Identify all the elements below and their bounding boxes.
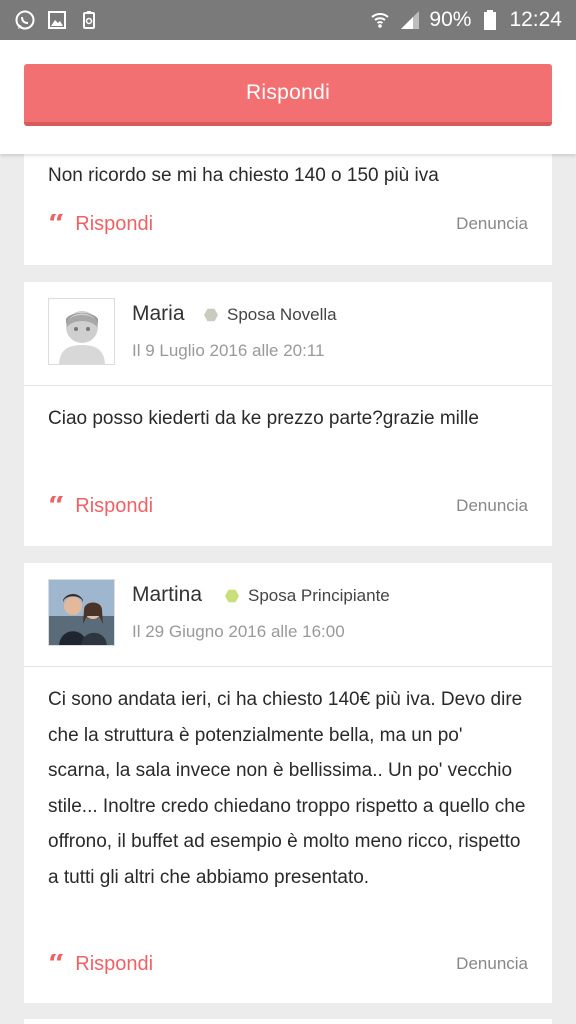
post-header: Martina Sposa Principiante Il 29 Giugno … — [24, 563, 552, 667]
post-text: Ciao posso kiederti da ke prezzo parte?g… — [48, 408, 479, 429]
clock: 12:24 — [509, 8, 562, 31]
reply-link-label: Rispondi — [75, 494, 154, 517]
post-card: Non ricordo se mi ha chiesto 140 o 150 p… — [24, 140, 552, 265]
quote-icon: “ — [48, 496, 66, 516]
whatsapp-icon — [14, 9, 36, 31]
reply-link-label: Rispondi — [75, 952, 154, 975]
reply-link[interactable]: “ Rispondi — [48, 495, 153, 518]
wifi-icon — [369, 9, 391, 31]
post-actions: “ Rispondi Denuncia — [48, 209, 528, 239]
avatar[interactable] — [48, 298, 115, 365]
quote-icon: “ — [48, 954, 66, 974]
status-icons-left — [14, 9, 100, 31]
rank-badge-icon — [225, 589, 239, 603]
post-card — [24, 1019, 552, 1024]
status-icons-right: 90% 12:24 — [369, 8, 562, 32]
rank-badge-icon — [204, 308, 218, 322]
reply-toolbar: Rispondi — [0, 40, 576, 154]
rank-label: Sposa Novella — [227, 305, 337, 324]
reply-link[interactable]: “ Rispondi — [48, 213, 153, 236]
post-text: Non ricordo se mi ha chiesto 140 o 150 p… — [48, 165, 439, 186]
post-actions: “ Rispondi Denuncia — [48, 949, 528, 979]
author-rank: Sposa Novella — [204, 305, 337, 325]
recycle-icon — [78, 9, 100, 31]
post-actions: “ Rispondi Denuncia — [48, 491, 528, 521]
post-date: Il 9 Luglio 2016 alle 20:11 — [132, 341, 325, 360]
gallery-icon — [46, 9, 68, 31]
post-text: Ci sono andata ieri, ci ha chiesto 140€ … — [48, 689, 526, 888]
reply-link[interactable]: “ Rispondi — [48, 953, 153, 976]
author-name[interactable]: Maria — [132, 302, 185, 326]
rank-label: Sposa Principiante — [248, 586, 390, 605]
post-date: Il 29 Giugno 2016 alle 16:00 — [132, 622, 345, 641]
battery-level: 90% — [429, 8, 472, 31]
signal-icon — [399, 9, 421, 31]
battery-icon — [479, 9, 501, 31]
avatar[interactable] — [48, 579, 115, 646]
author-name[interactable]: Martina — [132, 583, 202, 607]
quote-icon: “ — [48, 214, 66, 234]
reply-link-label: Rispondi — [75, 212, 154, 235]
post-card: Maria Sposa Novella Il 9 Luglio 2016 all… — [24, 282, 552, 546]
post-card: Martina Sposa Principiante Il 29 Giugno … — [24, 563, 552, 1003]
post-header: Maria Sposa Novella Il 9 Luglio 2016 all… — [24, 282, 552, 386]
status-bar: 90% 12:24 — [0, 0, 576, 40]
reply-button[interactable]: Rispondi — [24, 64, 552, 126]
report-link[interactable]: Denuncia — [456, 954, 528, 974]
author-rank: Sposa Principiante — [225, 586, 390, 606]
report-link[interactable]: Denuncia — [456, 496, 528, 516]
report-link[interactable]: Denuncia — [456, 214, 528, 234]
